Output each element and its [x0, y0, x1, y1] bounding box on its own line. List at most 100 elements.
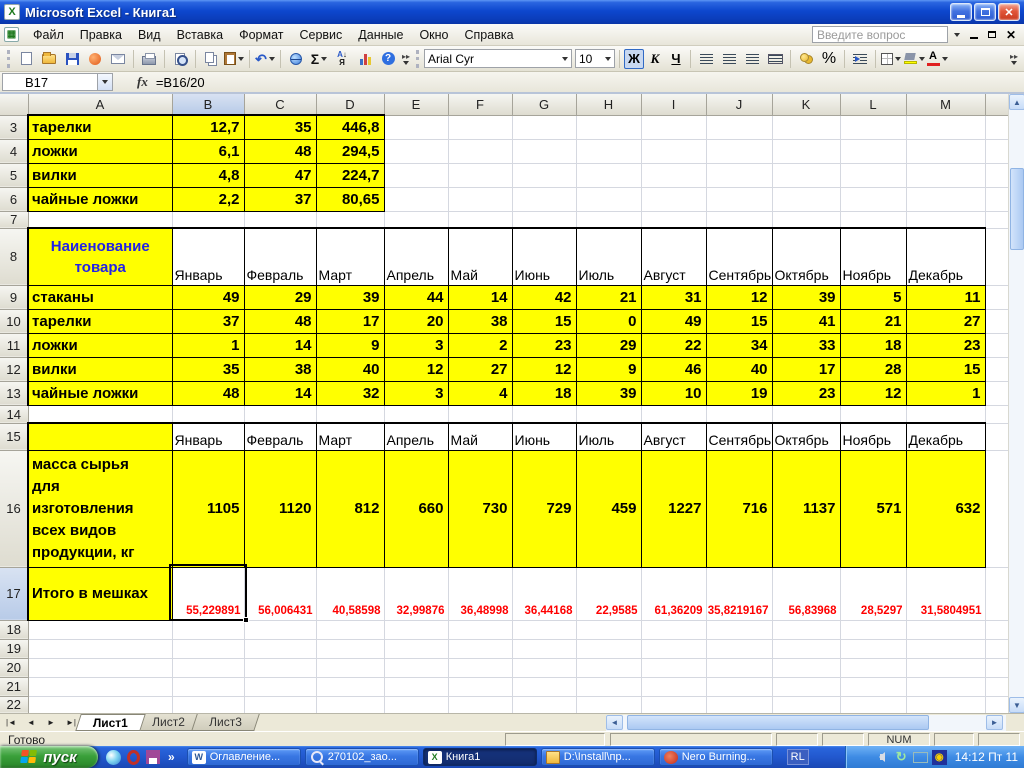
cell[interactable]: Октябрь	[771, 422, 841, 451]
cell[interactable]: Июль	[575, 227, 642, 286]
cell[interactable]: 36,48998	[448, 567, 513, 621]
cell[interactable]: Сентябрь	[705, 422, 773, 451]
menu-Формат[interactable]: Формат	[231, 26, 291, 44]
cell[interactable]	[906, 211, 986, 229]
cell[interactable]	[985, 228, 1010, 286]
cell[interactable]	[244, 677, 317, 697]
merge-center-button[interactable]	[764, 48, 786, 70]
insert-function-icon[interactable]: fx	[137, 74, 148, 90]
cell[interactable]	[985, 658, 1010, 678]
cell[interactable]: 14	[447, 284, 513, 310]
column-header-F[interactable]: F	[448, 94, 513, 116]
cell[interactable]	[985, 139, 1010, 164]
cell[interactable]: 17	[315, 308, 385, 334]
cell[interactable]: 31	[640, 284, 707, 310]
cell[interactable]: 18	[511, 380, 577, 406]
cell[interactable]: 28,5297	[840, 567, 907, 621]
cell[interactable]	[641, 658, 707, 678]
cell[interactable]	[641, 405, 707, 424]
underline-button[interactable]: Ч	[666, 49, 686, 69]
print-button[interactable]	[138, 48, 160, 70]
cell[interactable]	[706, 211, 773, 229]
cell[interactable]	[576, 620, 642, 640]
cell[interactable]: 4	[447, 380, 513, 406]
cell[interactable]: 12	[839, 380, 907, 406]
cell[interactable]: Март	[315, 227, 385, 286]
cell[interactable]: 9	[315, 332, 385, 358]
cell[interactable]	[985, 187, 1010, 212]
cell[interactable]: 9	[575, 356, 642, 382]
cell[interactable]	[512, 163, 577, 188]
row-header-17[interactable]: 17	[0, 567, 29, 621]
cell-A15[interactable]	[27, 422, 173, 451]
menu-Данные[interactable]: Данные	[350, 26, 411, 44]
cell[interactable]	[772, 211, 841, 229]
cell[interactable]	[985, 211, 1010, 229]
cell[interactable]	[985, 423, 1010, 451]
language-indicator[interactable]: RL	[786, 749, 809, 765]
cell[interactable]: 40	[315, 356, 385, 382]
open-button[interactable]	[38, 48, 60, 70]
cell[interactable]	[512, 187, 577, 212]
quick-launch-more-icon[interactable]: »	[168, 750, 175, 764]
cell[interactable]	[244, 696, 317, 713]
cell[interactable]	[840, 163, 907, 188]
cell[interactable]	[576, 187, 642, 212]
cell[interactable]: 18	[839, 332, 907, 358]
cell-A12[interactable]: вилки	[27, 356, 173, 382]
cell[interactable]: Сентябрь	[705, 227, 773, 286]
cell[interactable]	[906, 139, 986, 164]
cell[interactable]: 22,9585	[576, 567, 642, 621]
cell[interactable]	[244, 405, 317, 424]
cell[interactable]: 31,5804951	[906, 567, 986, 621]
cell[interactable]: 446,8	[315, 114, 385, 140]
cell[interactable]	[985, 115, 1010, 140]
cell[interactable]	[906, 677, 986, 697]
cell[interactable]: 33	[771, 332, 841, 358]
cell[interactable]: 571	[839, 449, 907, 568]
cell[interactable]	[512, 677, 577, 697]
cell[interactable]	[448, 139, 513, 164]
cell[interactable]	[316, 639, 385, 659]
cell[interactable]: Март	[315, 422, 385, 451]
cell[interactable]: 29	[575, 332, 642, 358]
font-name-select[interactable]: Arial Cyr	[424, 49, 572, 68]
save-shortcut-icon[interactable]	[146, 750, 160, 764]
increase-indent-button[interactable]	[849, 48, 871, 70]
cell[interactable]: 48	[171, 380, 245, 406]
cell[interactable]	[316, 677, 385, 697]
workbook-restore-icon[interactable]	[987, 31, 996, 38]
menu-Справка[interactable]: Справка	[457, 26, 522, 44]
font-color-button[interactable]: А	[926, 48, 948, 70]
cell[interactable]	[172, 211, 245, 229]
cell[interactable]: 10	[640, 380, 707, 406]
cell[interactable]: Январь	[171, 422, 245, 451]
cell[interactable]: 36,44168	[512, 567, 577, 621]
cell[interactable]	[576, 658, 642, 678]
volume-icon[interactable]	[875, 750, 890, 765]
taskbar-button-nero[interactable]: Nero Burning...	[658, 748, 773, 766]
ask-question-box[interactable]: Введите вопрос	[811, 26, 948, 43]
cell[interactable]: Апрель	[383, 422, 449, 451]
cell[interactable]: 4,8	[171, 162, 245, 188]
opera-icon[interactable]	[127, 749, 140, 765]
cell[interactable]: 1	[905, 380, 986, 406]
cell[interactable]: 1137	[771, 449, 841, 568]
cell[interactable]: 729	[511, 449, 577, 568]
cell[interactable]	[985, 405, 1010, 424]
cell[interactable]: 44	[383, 284, 449, 310]
first-sheet-icon[interactable]: |◄	[2, 715, 20, 730]
cell[interactable]	[772, 696, 841, 713]
sort-ascending-button[interactable]: А↓ Я	[331, 48, 353, 70]
cell[interactable]	[28, 211, 173, 229]
row-header-4[interactable]: 4	[0, 139, 29, 164]
close-button[interactable]: ✕	[998, 3, 1020, 21]
cell[interactable]	[641, 187, 707, 212]
cell[interactable]: 49	[640, 308, 707, 334]
row-header-18[interactable]: 18	[0, 620, 29, 640]
cell[interactable]	[172, 677, 245, 697]
column-header-A[interactable]: A	[28, 94, 173, 116]
cell[interactable]	[316, 620, 385, 640]
sheet-tab-Лист3[interactable]: Лист3	[191, 714, 260, 731]
cell[interactable]	[840, 115, 907, 140]
